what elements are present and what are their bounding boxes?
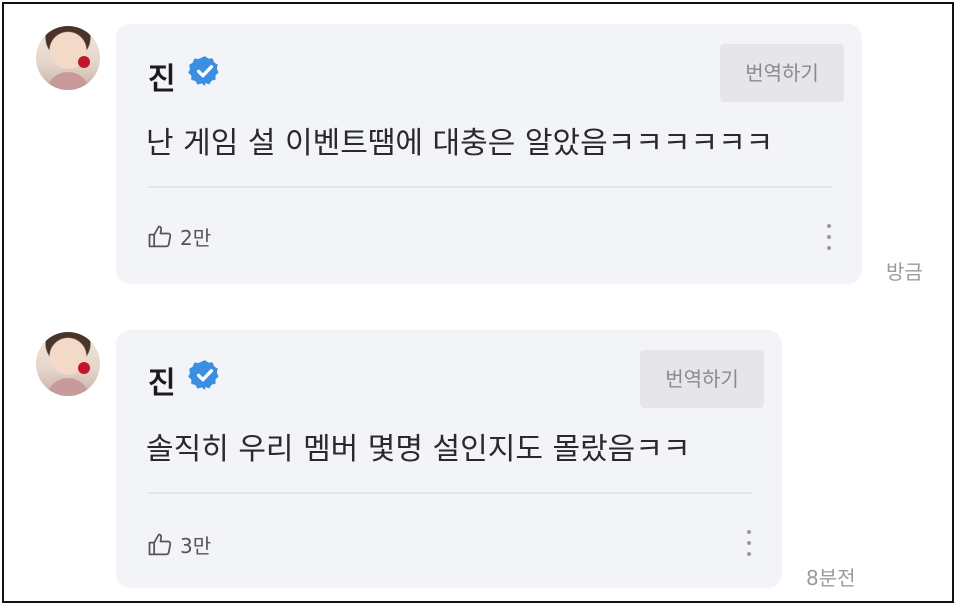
author-name[interactable]: 진 xyxy=(148,358,176,402)
more-vertical-icon[interactable] xyxy=(826,224,832,250)
comment-timestamp: 8분전 xyxy=(806,566,856,590)
author-avatar[interactable] xyxy=(36,26,100,90)
like-button[interactable]: 3만 xyxy=(146,530,211,559)
thumbs-up-icon xyxy=(148,533,172,555)
comment-divider xyxy=(148,186,832,188)
comment-timestamp: 방금 xyxy=(886,260,923,284)
comment-divider xyxy=(148,492,752,494)
like-button[interactable]: 2만 xyxy=(146,222,211,251)
author-avatar[interactable] xyxy=(36,332,100,396)
verified-badge-icon xyxy=(188,56,219,86)
comment-text: 솔직히 우리 멤버 몇명 설인지도 몰랐음ㅋㅋ xyxy=(146,432,691,467)
translate-button[interactable]: 번역하기 xyxy=(720,44,844,102)
more-vertical-icon[interactable] xyxy=(746,530,752,556)
verified-badge-icon xyxy=(188,360,219,390)
like-count: 3만 xyxy=(180,534,212,558)
thumbs-up-icon xyxy=(148,225,172,247)
translate-button[interactable]: 번역하기 xyxy=(640,350,764,408)
like-count: 2만 xyxy=(180,226,212,250)
comment-text: 난 게임 설 이벤트땜에 대충은 알았음ㅋㅋㅋㅋㅋㅋ xyxy=(146,126,774,161)
author-name[interactable]: 진 xyxy=(148,54,176,98)
